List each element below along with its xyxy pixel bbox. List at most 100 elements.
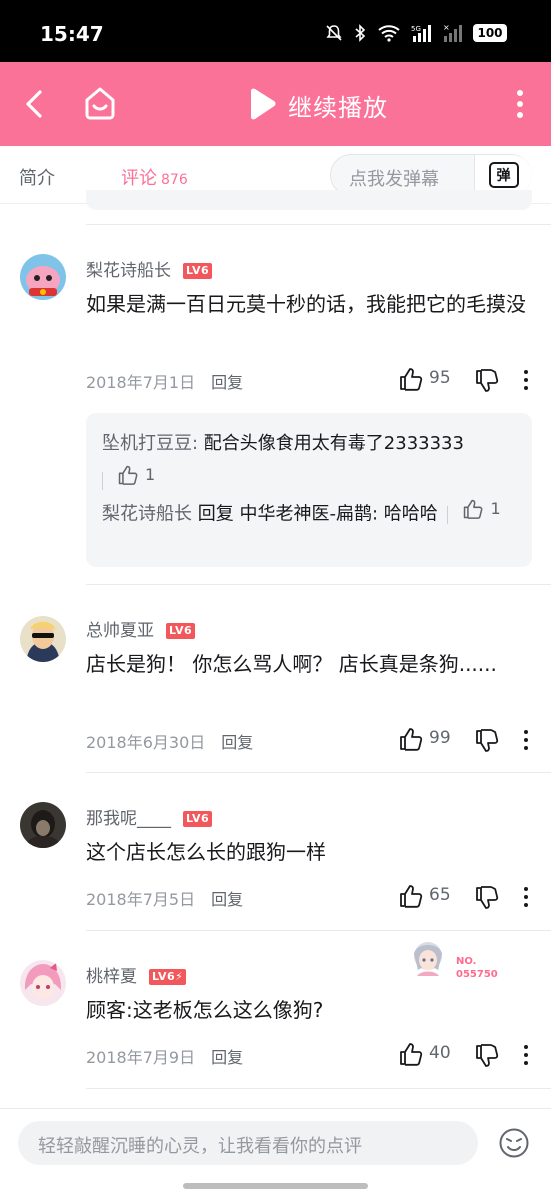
reply-separator: : (192, 433, 204, 454)
username-text: 那我呢____ (86, 809, 171, 829)
comment-text: 这个店长怎么长的跟狗一样 (86, 840, 326, 864)
level-badge: LV6 (183, 811, 213, 827)
level-badge: LV6⚡ (149, 969, 187, 985)
reply-like-count: 1 (490, 499, 501, 518)
divider (86, 930, 551, 931)
comment-text: 顾客:这老板怎么这么像狗? (86, 998, 324, 1022)
comment-date: 2018年7月5日 (86, 890, 196, 909)
tab-comments[interactable]: 评论 876 (121, 164, 188, 190)
avatar[interactable] (20, 802, 66, 848)
reply-like-count: 1 (145, 465, 156, 484)
video-header: 继续播放 (0, 62, 551, 146)
username-text: 桃梓夏 (86, 967, 137, 987)
reply-button[interactable]: 回复 (211, 890, 243, 909)
level-badge: LV6 (166, 623, 196, 639)
danmaku-toggle-button[interactable]: 弹 (474, 155, 532, 195)
back-arrow-icon[interactable] (20, 86, 52, 122)
comment-actions: 99 (398, 726, 538, 754)
more-vertical-icon[interactable] (522, 728, 530, 752)
fan-badge-digits: 055750 (456, 969, 498, 980)
username-text: 总帅夏亚 (86, 621, 154, 641)
comment-actions: 95 (398, 366, 538, 394)
svg-text:×: × (443, 24, 450, 32)
home-icon[interactable] (82, 84, 118, 122)
reply-button[interactable]: 回复 (211, 373, 243, 392)
reply-author[interactable]: 坠机打豆豆 (102, 433, 192, 454)
more-vertical-icon[interactable] (522, 368, 530, 392)
comment-username[interactable]: 总帅夏亚 LV6 (86, 616, 196, 641)
comment-meta: 2018年7月9日 回复 (86, 1044, 243, 1068)
avatar[interactable] (20, 616, 66, 662)
more-vertical-icon[interactable] (522, 1043, 530, 1067)
reply-button[interactable]: 回复 (211, 1048, 243, 1067)
comment-text: 店长是狗！ 你怎么骂人啊？ 店长真是条狗...... (86, 652, 497, 676)
thumbs-up-icon[interactable] (398, 726, 424, 752)
continue-play-title[interactable]: 继续播放 (288, 88, 388, 123)
like-count: 99 (429, 728, 451, 748)
reply-like[interactable]: 1 (117, 459, 155, 490)
comment-username[interactable]: 桃梓夏 LV6⚡ (86, 962, 187, 987)
like-count: 95 (429, 368, 451, 388)
battery-indicator: 100 (473, 24, 507, 42)
mute-icon (326, 25, 342, 41)
thumbs-up-icon[interactable] (398, 1041, 424, 1067)
comment-username[interactable]: 那我呢____ LV6 (86, 804, 213, 829)
level-badge: LV6 (183, 263, 213, 279)
svg-text:5G: 5G (411, 25, 421, 33)
reply-word: 回复 (192, 503, 240, 525)
play-icon[interactable] (246, 88, 276, 120)
danmaku-button-label: 弹 (496, 168, 511, 184)
reply-item[interactable]: 梨花诗船长 回复 中华老神医-扁鹊: 哈哈哈 1 (102, 493, 522, 530)
reply-body: 哈哈哈 (383, 503, 438, 525)
divider (447, 505, 449, 524)
thumbs-up-icon[interactable] (398, 883, 424, 909)
tab-comments-label: 评论 (121, 168, 157, 189)
reply-target[interactable]: 中华老神医-扁鹊 (239, 504, 372, 525)
thumbs-down-icon[interactable] (474, 885, 500, 911)
comment-meta: 2018年7月1日 回复 (86, 369, 243, 393)
wifi-icon (378, 25, 400, 42)
divider (86, 772, 551, 773)
divider (86, 224, 551, 225)
comment-date: 2018年6月30日 (86, 733, 206, 752)
previous-reply-card (86, 190, 532, 210)
thumbs-up-icon[interactable] (398, 366, 424, 392)
reply-item[interactable]: 坠机打豆豆: 配合头像食用太有毒了2333333 1 (102, 428, 522, 496)
comment-date: 2018年7月1日 (86, 373, 196, 392)
thumbs-down-icon[interactable] (474, 728, 500, 754)
reply-author[interactable]: 梨花诗船长 (102, 504, 192, 525)
comments-count: 876 (161, 172, 188, 188)
avatar[interactable] (20, 254, 66, 300)
gesture-bar (183, 1183, 368, 1189)
status-icons: 5G × 100 (325, 24, 507, 42)
status-bar: 15:47 5G × 100 (0, 0, 551, 62)
avatar[interactable] (20, 960, 66, 1006)
username-text: 梨花诗船长 (86, 261, 171, 281)
comment-actions: 65 (398, 883, 538, 911)
reply-preview-box[interactable]: 坠机打豆豆: 配合头像食用太有毒了2333333 1 梨花诗船长 回复 中华老神… (86, 413, 532, 567)
comment-input-bar: 轻轻敲醒沉睡的心灵，让我看看你的点评 (0, 1108, 551, 1200)
fan-badge-number: NO. 055750 (456, 955, 498, 981)
tab-intro[interactable]: 简介 (19, 164, 55, 190)
divider (86, 1088, 551, 1089)
comment-meta: 2018年6月30日 回复 (86, 729, 253, 753)
fan-badge-no-label: NO. (456, 956, 477, 967)
comment-username[interactable]: 梨花诗船长 LV6 (86, 256, 213, 281)
reply-button[interactable]: 回复 (221, 733, 253, 752)
more-vertical-icon[interactable] (522, 885, 530, 909)
danmaku-icon: 弹 (488, 162, 519, 188)
comment-input[interactable]: 轻轻敲醒沉睡的心灵，让我看看你的点评 (18, 1121, 478, 1165)
emoji-icon[interactable] (498, 1127, 530, 1159)
comment-text: 如果是满一百日元莫十秒的话，我能把它的毛摸没 (86, 292, 526, 316)
danmaku-placeholder: 点我发弹幕 (349, 169, 439, 190)
thumbs-up-icon (118, 465, 138, 485)
comment-input-placeholder: 轻轻敲醒沉睡的心灵，让我看看你的点评 (38, 1136, 362, 1157)
like-count: 40 (429, 1043, 451, 1063)
thumbs-down-icon[interactable] (474, 368, 500, 394)
more-vertical-icon[interactable] (512, 88, 528, 120)
thumbs-down-icon[interactable] (474, 1043, 500, 1069)
signal-2-icon: × (443, 24, 462, 42)
thumbs-up-icon (464, 499, 483, 519)
reply-like[interactable]: 1 (462, 493, 501, 524)
comment-date: 2018年7月9日 (86, 1048, 196, 1067)
